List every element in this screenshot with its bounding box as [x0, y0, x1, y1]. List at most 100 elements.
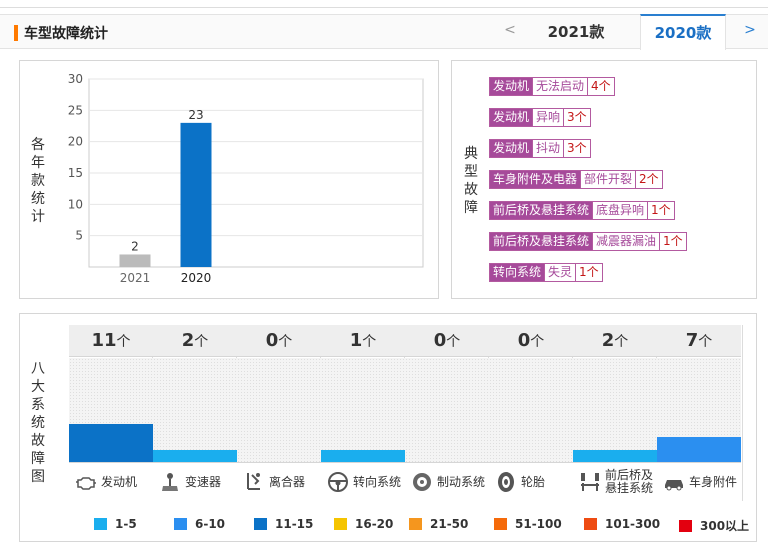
system-name-line: 转向系统	[353, 474, 402, 489]
system-name-line: 悬挂系统	[605, 481, 654, 495]
system-bar	[657, 437, 741, 462]
system-bar-area	[405, 358, 489, 462]
legend-item: 11-15	[254, 517, 313, 531]
system-label: 车身附件	[657, 462, 741, 501]
y-tick-label: 20	[68, 135, 83, 149]
fault-system-tag: 车身附件及电器	[489, 170, 582, 189]
tab-2020[interactable]: 2020款	[640, 14, 726, 50]
system-count: 2个	[153, 325, 237, 357]
system-count-unit: 个	[362, 334, 377, 350]
system-column[interactable]: 0个 轮胎	[489, 325, 573, 501]
vertical-label-char: 故	[31, 433, 45, 449]
fault-count-tag: 1个	[660, 232, 687, 251]
system-name: 车身附件	[689, 474, 738, 489]
prev-arrow-button[interactable]: <	[500, 22, 520, 38]
fault-item[interactable]: 发动机 异响 3个	[489, 108, 591, 127]
fault-count-tag: 1个	[648, 201, 675, 220]
fault-count-tag: 3个	[564, 108, 591, 127]
tab-2021[interactable]: 2021款	[530, 15, 622, 49]
system-bar-area	[153, 358, 237, 462]
fault-issue-tag: 抖动	[533, 139, 565, 158]
fault-system-tag: 前后桥及悬挂系统	[489, 201, 594, 220]
vertical-label-char: 大	[31, 379, 45, 395]
title-accent-bar	[14, 25, 18, 41]
fault-item[interactable]: 转向系统 失灵 1个	[489, 263, 603, 282]
vertical-label-char: 典	[464, 146, 478, 162]
legend-item: 51-100	[494, 517, 562, 531]
fault-issue-tag: 部件开裂	[581, 170, 637, 189]
system-column[interactable]: 0个制动系统	[405, 325, 489, 501]
bar-2021	[119, 254, 151, 267]
typical-faults-panel: 典型故障 发动机 无法启动 4个 发动机 异响 3个 发动机 抖动 3个 车身附件及电器 部件开裂 2…	[451, 60, 757, 299]
system-count: 0个	[237, 325, 321, 357]
system-count-unit: 个	[614, 334, 629, 350]
yearly-bar-chart: 5 10 15 20 25 30 2 2021 23 2020	[68, 72, 424, 285]
system-column[interactable]: 11个发动机	[69, 325, 153, 501]
system-name-line: 车身附件	[689, 474, 738, 489]
page-title: 车型故障统计	[24, 26, 108, 42]
legend-label: 1-5	[115, 517, 137, 531]
car-body-icon	[663, 471, 685, 493]
system-count-unit: 个	[446, 334, 461, 350]
system-column[interactable]: 2个变速器	[153, 325, 237, 501]
yearly-stats-panel: 各年款统计 5 10 15 20 25 30 2 2021 23 2020	[19, 60, 439, 299]
system-bar-area	[69, 358, 153, 462]
fault-issue-tag: 失灵	[545, 263, 577, 282]
y-tick-label: 30	[68, 72, 83, 86]
legend-swatch	[679, 519, 692, 532]
fault-issue-tag: 无法启动	[533, 77, 589, 96]
eight-systems-panel: 八大系统故障图 11个 发动机 2个 变速器 0个 离合器 1个 转向系统 0个 制动系统 0个 轮胎…	[19, 313, 757, 542]
system-bar-area	[489, 358, 573, 462]
system-name-line: 发动机	[101, 474, 138, 489]
fault-count-tag: 4个	[588, 77, 615, 96]
legend-label: 300以上	[700, 519, 750, 533]
fault-item[interactable]: 发动机 无法启动 4个	[489, 77, 615, 96]
system-name: 转向系统	[353, 474, 402, 489]
legend-item: 1-5	[94, 517, 137, 531]
next-arrow-button[interactable]: >	[740, 22, 760, 38]
system-count: 0个	[405, 325, 489, 357]
system-count: 11个	[69, 325, 153, 357]
system-column[interactable]: 1个 转向系统	[321, 325, 405, 501]
engine-icon	[75, 471, 97, 493]
vertical-label-char: 型	[464, 164, 478, 180]
system-count-value: 0	[433, 330, 447, 351]
y-tick-label: 10	[68, 197, 83, 211]
fault-item[interactable]: 发动机 抖动 3个	[489, 139, 591, 158]
system-bar	[153, 450, 237, 462]
system-name: 离合器	[269, 475, 305, 489]
fault-system-tag: 发动机	[489, 77, 534, 96]
system-count-unit: 个	[278, 334, 293, 350]
x-tick-label: 2021	[120, 271, 151, 285]
legend-label: 11-15	[275, 517, 314, 531]
system-count-unit: 个	[116, 334, 131, 350]
system-count-unit: 个	[194, 334, 209, 350]
legend-swatch	[494, 518, 507, 530]
system-bar-area	[237, 358, 321, 462]
fault-item[interactable]: 车身附件及电器 部件开裂 2个	[489, 170, 663, 189]
system-count-unit: 个	[698, 334, 713, 350]
system-name-line: 变速器	[185, 474, 222, 489]
fault-item[interactable]: 前后桥及悬挂系统 减震器漏油 1个	[489, 232, 687, 251]
legend-item: 16-20	[334, 517, 393, 531]
color-legend: 1-5 6-10 11-15 16-20 21-50 51-100 101-300 300以上	[94, 517, 754, 533]
system-label: 轮胎	[489, 462, 573, 501]
system-column[interactable]: 7个车身附件	[657, 325, 743, 501]
legend-item: 6-10	[174, 517, 225, 531]
y-tick-label: 25	[68, 103, 83, 117]
system-bar-area	[657, 358, 741, 462]
system-column[interactable]: 0个离合器	[237, 325, 321, 501]
system-count: 7个	[657, 325, 741, 357]
legend-swatch	[409, 518, 422, 530]
legend-item: 300以上	[679, 517, 749, 534]
system-bar-area	[321, 358, 405, 462]
system-column[interactable]: 2个 前后桥及 悬挂系统	[573, 325, 657, 501]
system-name-line: 轮胎	[521, 474, 546, 489]
fault-count-tag: 1个	[576, 263, 603, 282]
system-name-line: 制动系统	[437, 474, 486, 489]
bar-2020	[180, 122, 212, 267]
system-count-unit: 个	[530, 334, 545, 350]
fault-item[interactable]: 前后桥及悬挂系统 底盘异响 1个	[489, 201, 675, 220]
system-label: 转向系统	[321, 462, 405, 501]
vertical-label-char: 图	[31, 469, 45, 485]
